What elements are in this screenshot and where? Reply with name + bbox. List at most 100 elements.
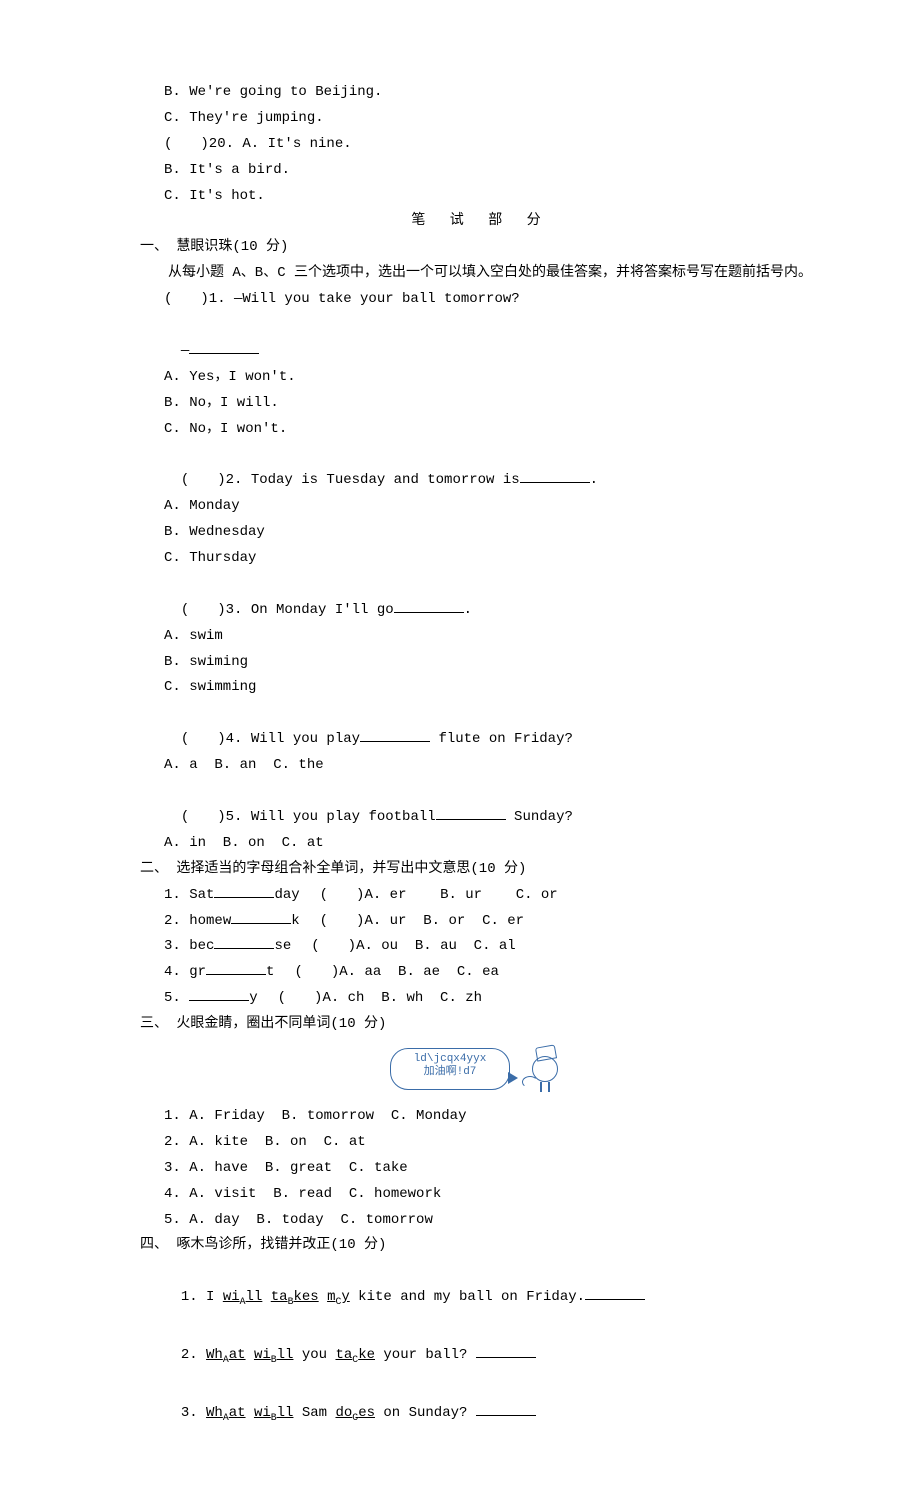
answer-paren[interactable]: ( ) bbox=[278, 986, 323, 1012]
ub: wi bbox=[254, 1405, 271, 1421]
stem-post: Sunday? bbox=[506, 809, 573, 825]
text: kite and my ball on Friday. bbox=[350, 1289, 585, 1305]
s4-q3-answer-blank[interactable] bbox=[476, 1401, 536, 1416]
written-section-title: 笔 试 部 分 bbox=[140, 209, 820, 235]
opts: A. kite B. on C. at bbox=[189, 1134, 365, 1150]
s4-q1: 1. I wiAll taBkes mCy kite and my ball o… bbox=[140, 1259, 820, 1311]
pre-line-b: B. We're going to Beijing. bbox=[140, 80, 820, 106]
ub: ta bbox=[271, 1289, 288, 1305]
s3-row: 3. A. have B. great C. take bbox=[140, 1156, 820, 1182]
sp: you bbox=[293, 1347, 335, 1363]
s4-q2: 2. WhAat wiBll you taCke your ball? bbox=[140, 1317, 820, 1369]
bubble-line2: 加油啊!d7 bbox=[397, 1066, 503, 1079]
stem-post: flute on Friday? bbox=[430, 731, 573, 747]
s1-q3-stem: ( )3. On Monday I'll go. bbox=[140, 572, 820, 624]
sp bbox=[246, 1405, 254, 1421]
s4-q3-A[interactable]: WhAat bbox=[206, 1405, 246, 1421]
s1-q3-c: C. swimming bbox=[140, 675, 820, 701]
s2-row: 3. becse( )A. ou B. au C. al bbox=[140, 934, 820, 960]
post: t bbox=[266, 964, 274, 980]
s3-row: 5. A. day B. today C. tomorrow bbox=[140, 1208, 820, 1234]
s1-q4-blank[interactable] bbox=[360, 727, 430, 742]
s1-q1-c: C. No，I won't. bbox=[140, 417, 820, 443]
s4-q1-C[interactable]: mCy bbox=[327, 1289, 350, 1305]
s4-q2-A[interactable]: WhAat bbox=[206, 1347, 246, 1363]
stem-text: ( )5. Will you play football bbox=[181, 809, 436, 825]
idx: 5. bbox=[164, 990, 189, 1006]
s4-q1-answer-blank[interactable] bbox=[585, 1285, 645, 1300]
idx: 4. bbox=[164, 964, 189, 980]
speech-bubble: ld\jcqx4yyx 加油啊!d7 bbox=[390, 1048, 510, 1090]
opts: A. aa B. ae C. ea bbox=[339, 964, 499, 980]
s1-q3-blank[interactable] bbox=[394, 598, 464, 613]
s1-q1-answer-dash: — bbox=[140, 313, 820, 365]
s1-q1-b: B. No，I will. bbox=[140, 391, 820, 417]
opts: A. ou B. au C. al bbox=[356, 938, 516, 954]
s4-q3-C[interactable]: doCes bbox=[335, 1405, 375, 1421]
s4-q3-B[interactable]: wiBll bbox=[254, 1405, 294, 1421]
s2-word-blank[interactable] bbox=[214, 883, 274, 898]
mascot-icon bbox=[524, 1046, 566, 1092]
s4-q3: 3. WhAat wiBll Sam doCes on Sunday? bbox=[140, 1375, 820, 1427]
uc2: ke bbox=[358, 1347, 375, 1363]
bubble-tail-icon bbox=[508, 1072, 518, 1084]
text: your ball? bbox=[375, 1347, 476, 1363]
s2-word-blank[interactable] bbox=[189, 986, 249, 1001]
s4-q2-B[interactable]: wiBll bbox=[254, 1347, 294, 1363]
post: k bbox=[291, 913, 299, 929]
opts: A. have B. great C. take bbox=[189, 1160, 407, 1176]
s4-q2-answer-blank[interactable] bbox=[476, 1343, 536, 1358]
s1-q5-stem: ( )5. Will you play football Sunday? bbox=[140, 779, 820, 831]
uc: ta bbox=[335, 1347, 352, 1363]
pre: gr bbox=[189, 964, 206, 980]
text: 1. I bbox=[181, 1289, 223, 1305]
ua: Wh bbox=[206, 1405, 223, 1421]
s1-q2-b: B. Wednesday bbox=[140, 520, 820, 546]
answer-paren[interactable]: ( ) bbox=[311, 934, 356, 960]
s2-word-blank[interactable] bbox=[206, 960, 266, 975]
s3-row: 2. A. kite B. on C. at bbox=[140, 1130, 820, 1156]
stem-text: ( )4. Will you play bbox=[181, 731, 360, 747]
pre-q20-b: B. It's a bird. bbox=[140, 158, 820, 184]
sp: Sam bbox=[293, 1405, 335, 1421]
answer-paren[interactable]: ( ) bbox=[320, 909, 365, 935]
dash: — bbox=[181, 343, 189, 359]
opts: A. ur B. or C. er bbox=[364, 913, 524, 929]
idx: 5. bbox=[164, 1212, 189, 1228]
stem-text: ( )3. On Monday I'll go bbox=[181, 602, 394, 618]
s4-q1-B[interactable]: taBkes bbox=[271, 1289, 319, 1305]
cheer-sticker: ld\jcqx4yyx 加油啊!d7 bbox=[390, 1042, 570, 1098]
s1-q2-stem: ( )2. Today is Tuesday and tomorrow is. bbox=[140, 442, 820, 494]
answer-paren[interactable]: ( ) bbox=[320, 883, 365, 909]
post: day bbox=[274, 887, 299, 903]
opts: A. visit B. read C. homework bbox=[189, 1186, 441, 1202]
s2-row: 4. gr t ( )A. aa B. ae C. ea bbox=[140, 960, 820, 986]
s1-q2-blank[interactable] bbox=[520, 468, 590, 483]
idx: 3. bbox=[164, 1160, 189, 1176]
sp bbox=[246, 1347, 254, 1363]
post: y bbox=[249, 990, 257, 1006]
s1-q5-blank[interactable] bbox=[436, 805, 506, 820]
idx: 1. bbox=[164, 887, 189, 903]
s2-word-blank[interactable] bbox=[231, 909, 291, 924]
uc2: es bbox=[358, 1405, 375, 1421]
s1-intro: 从每小题 A、B、C 三个选项中，选出一个可以填入空白处的最佳答案，并将答案标号… bbox=[140, 261, 820, 287]
sp bbox=[319, 1289, 327, 1305]
uc: m bbox=[327, 1289, 335, 1305]
text: on Sunday? bbox=[375, 1405, 476, 1421]
s2-word-blank[interactable] bbox=[214, 934, 274, 949]
s1-q3-a: A. swim bbox=[140, 624, 820, 650]
s4-q1-A[interactable]: wiAll bbox=[223, 1289, 263, 1305]
s3-row: 1. A. Friday B. tomorrow C. Monday bbox=[140, 1104, 820, 1130]
s1-q5-opts: A. in B. on C. at bbox=[140, 831, 820, 857]
s4-q2-C[interactable]: taCke bbox=[335, 1347, 375, 1363]
s1-q1-stem: ( )1. —Will you take your ball tomorrow? bbox=[140, 287, 820, 313]
opts: A. day B. today C. tomorrow bbox=[189, 1212, 433, 1228]
ua2: ll bbox=[246, 1289, 263, 1305]
s1-q4-stem: ( )4. Will you play flute on Friday? bbox=[140, 701, 820, 753]
pre: bec bbox=[189, 938, 214, 954]
answer-paren[interactable]: ( ) bbox=[294, 960, 339, 986]
ub: wi bbox=[254, 1347, 271, 1363]
s1-q1-answer-blank[interactable] bbox=[189, 339, 259, 354]
pre-q20: ( )20. A. It's nine. bbox=[140, 132, 820, 158]
